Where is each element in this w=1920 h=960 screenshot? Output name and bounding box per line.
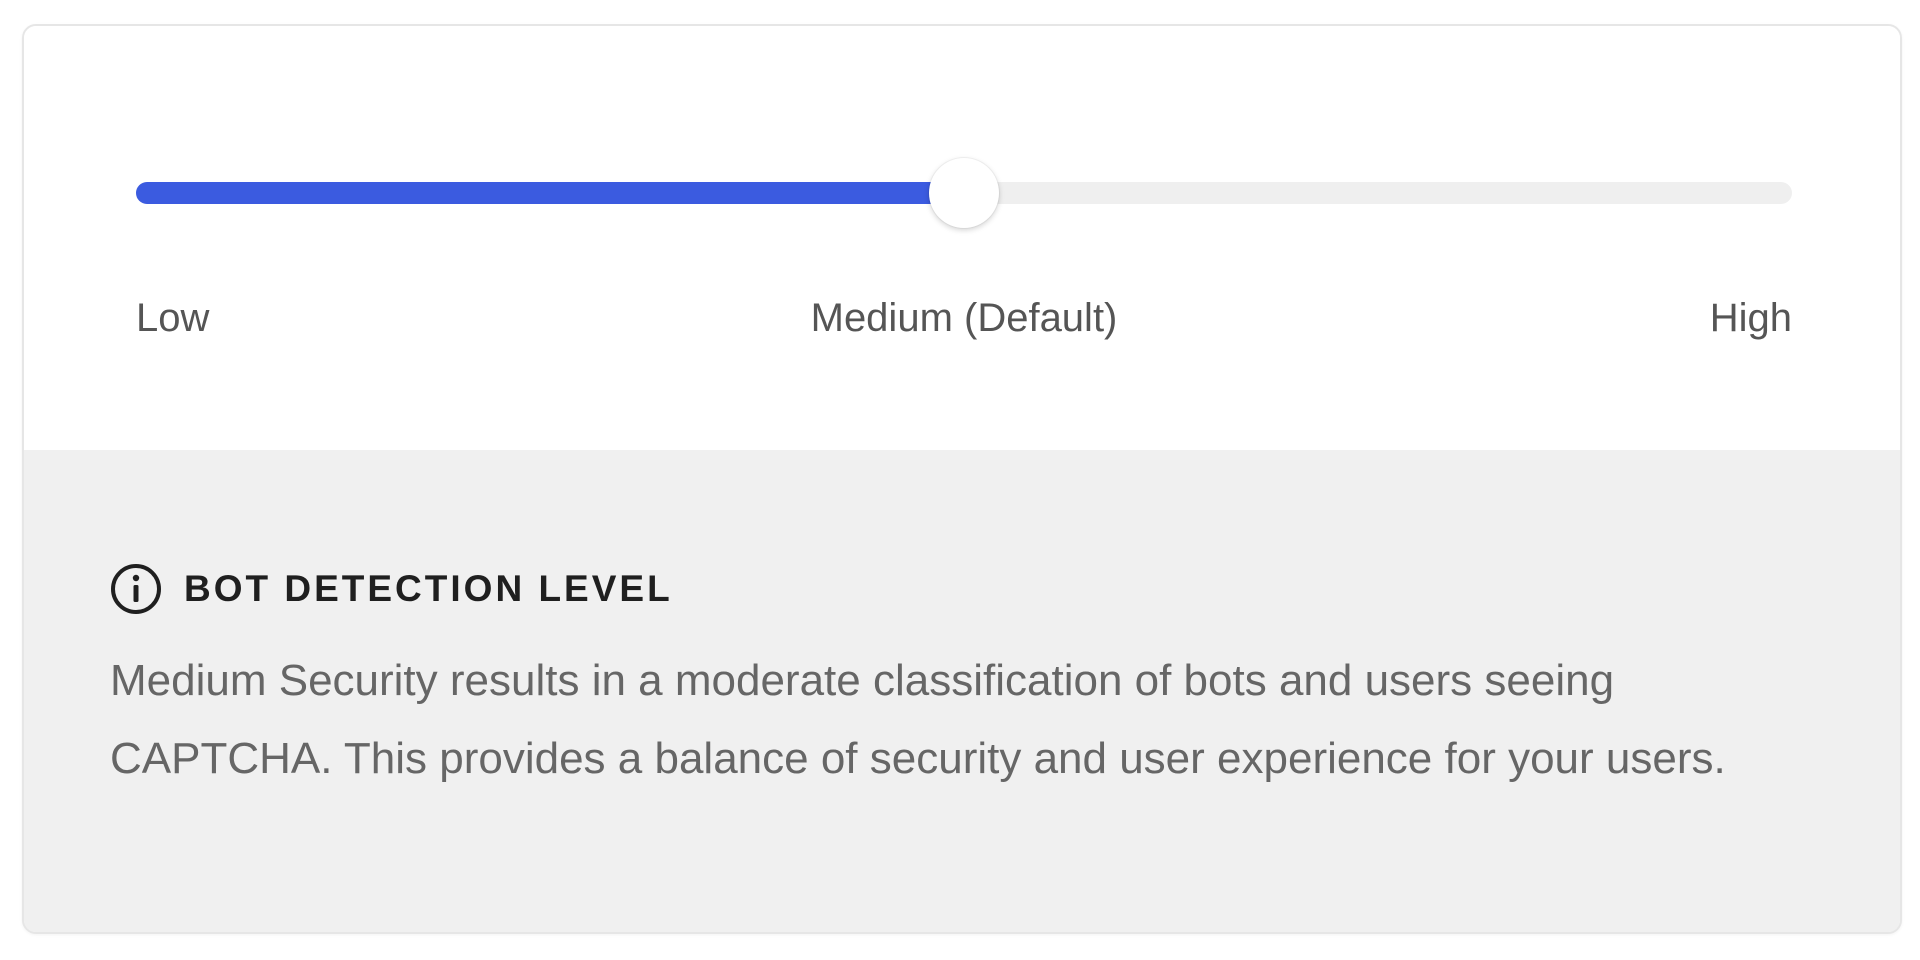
- slider-label-high[interactable]: High: [1710, 296, 1792, 341]
- info-panel: BOT DETECTION LEVEL Medium Security resu…: [24, 450, 1900, 932]
- info-description: Medium Security results in a moderate cl…: [110, 656, 1726, 783]
- slider-fill: [136, 182, 964, 204]
- bot-detection-card: Low Medium (Default) High BOT DETECTION …: [22, 24, 1902, 934]
- slider-label-medium[interactable]: Medium (Default): [811, 296, 1118, 341]
- slider-labels: Low Medium (Default) High: [136, 296, 1792, 346]
- slider-label-low[interactable]: Low: [136, 296, 209, 341]
- security-level-slider[interactable]: [136, 156, 1792, 230]
- info-title: BOT DETECTION LEVEL: [184, 568, 673, 609]
- info-icon: [110, 563, 162, 615]
- info-header: BOT DETECTION LEVEL: [110, 562, 673, 616]
- slider-section: Low Medium (Default) High: [24, 26, 1900, 450]
- slider-thumb[interactable]: [929, 158, 999, 228]
